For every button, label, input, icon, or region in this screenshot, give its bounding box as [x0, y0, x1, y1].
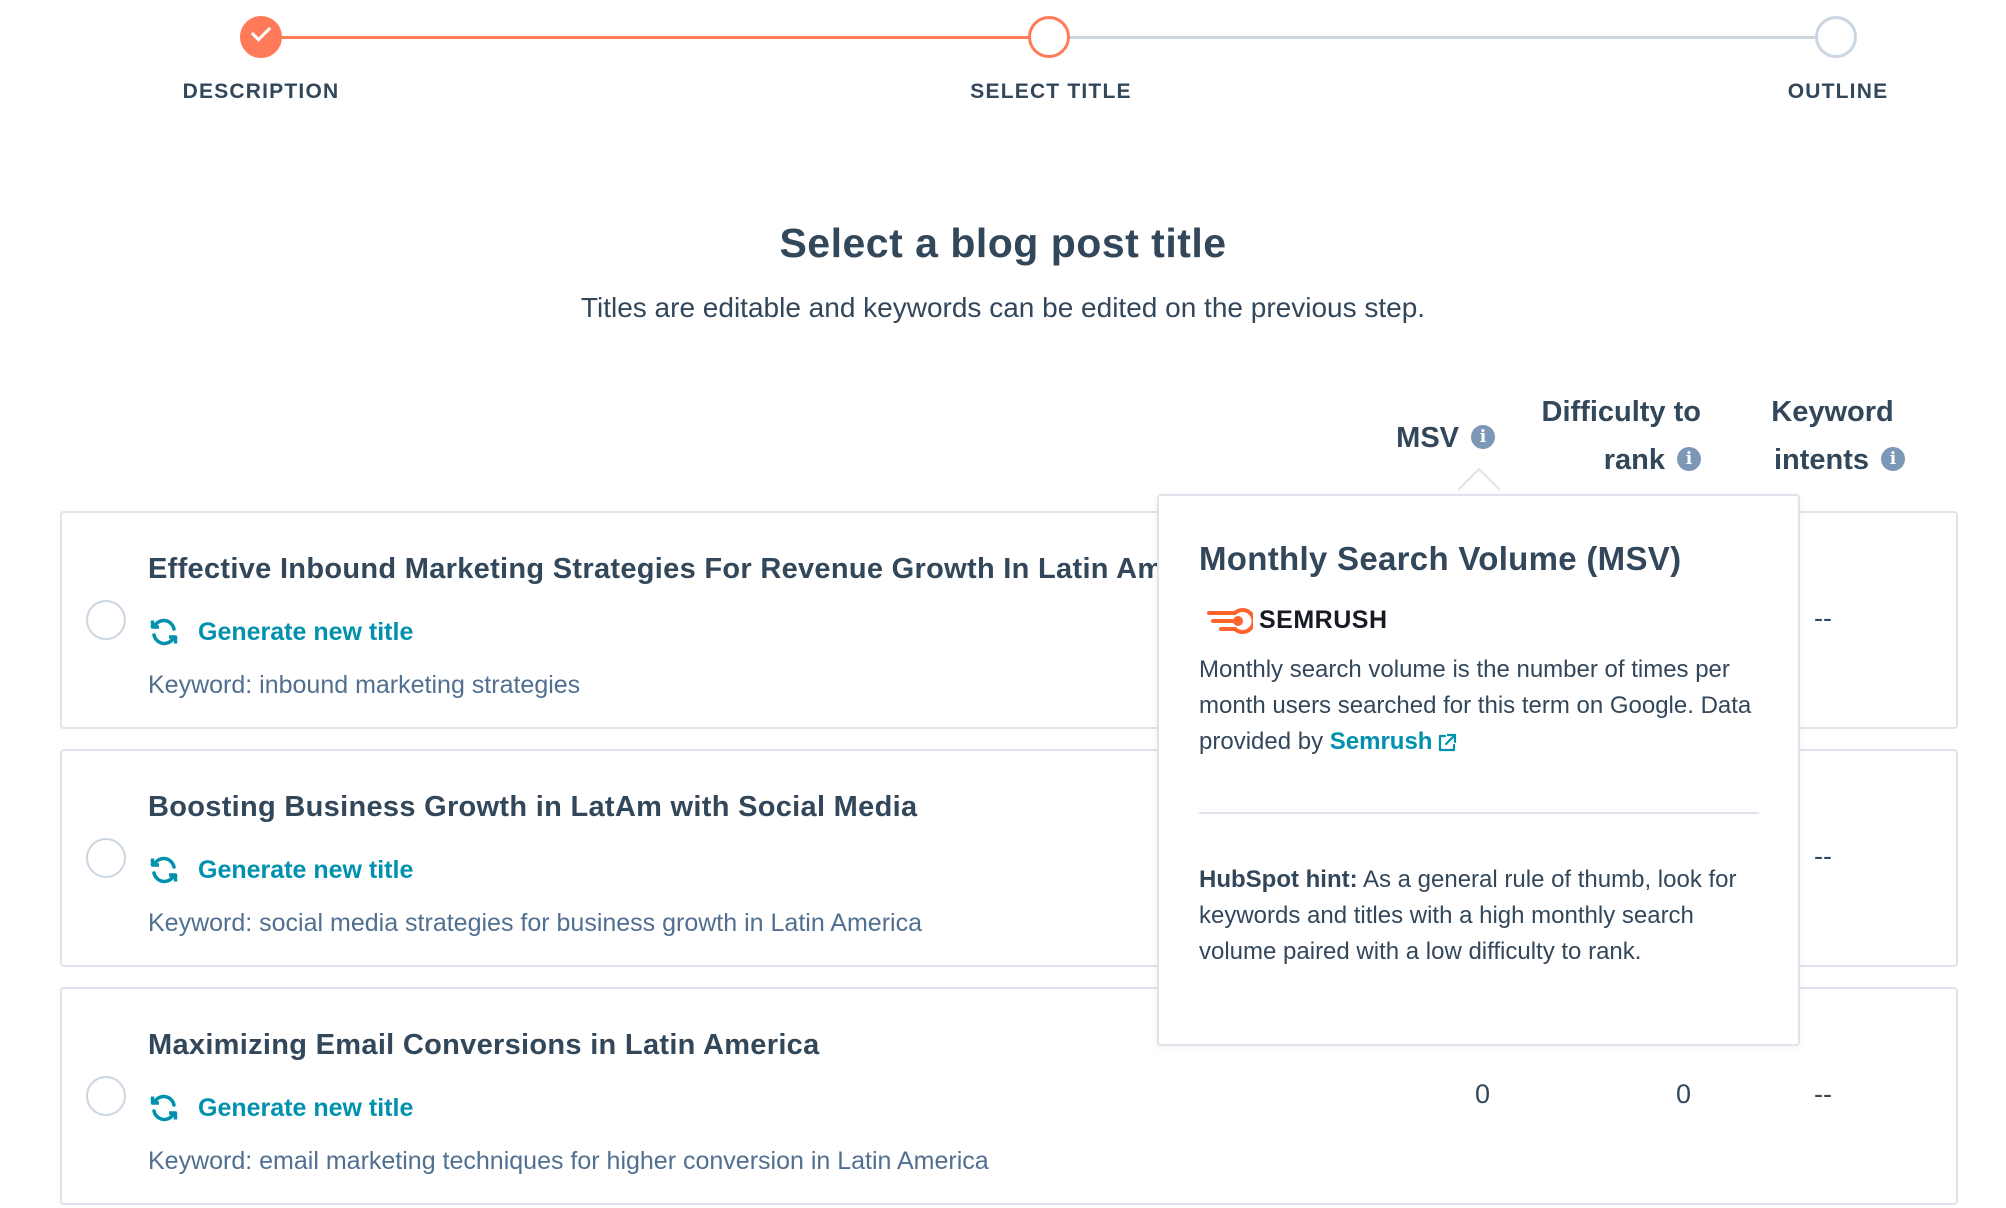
tooltip-title: Monthly Search Volume (MSV)	[1199, 540, 1682, 577]
info-icon[interactable]: i	[1677, 447, 1701, 472]
step-description-indicator[interactable]	[240, 16, 282, 58]
semrush-logo-text: SEMRUSH	[1259, 606, 1388, 634]
generate-new-title-button[interactable]: Generate new title	[148, 854, 413, 886]
page-title: Select a blog post title	[779, 220, 1227, 266]
tooltip-divider	[1199, 812, 1759, 814]
column-header-msv: MSV i	[1380, 414, 1495, 462]
title-text[interactable]: Boosting Business Growth in LatAm with S…	[148, 791, 917, 824]
refresh-icon	[150, 1094, 178, 1122]
column-header-difficulty-line2: rank	[1603, 444, 1665, 476]
external-link-icon[interactable]	[1436, 732, 1458, 754]
title-radio[interactable]	[86, 838, 126, 878]
column-header-difficulty-line1: Difficulty to	[1541, 396, 1702, 428]
info-icon[interactable]: i	[1881, 447, 1905, 472]
intents-value: --	[1814, 841, 1832, 871]
generate-new-title-label: Generate new title	[198, 1093, 414, 1122]
refresh-icon	[150, 618, 178, 646]
intents-value: --	[1814, 603, 1832, 633]
title-radio[interactable]	[86, 1076, 126, 1116]
msv-tooltip: Monthly Search Volume (MSV) SEMRUSH Mont…	[1157, 494, 1800, 1046]
page-subtitle: Titles are editable and keywords can be …	[580, 292, 1426, 323]
keyword-text: Keyword: inbound marketing strategies	[148, 671, 581, 699]
title-radio[interactable]	[86, 600, 126, 640]
column-header-msv-label: MSV	[1396, 422, 1459, 454]
check-icon	[250, 21, 272, 42]
intents-value: --	[1814, 1079, 1832, 1109]
generate-new-title-label: Generate new title	[198, 855, 414, 884]
msv-value: 0	[1475, 1079, 1491, 1109]
semrush-link[interactable]: Semrush	[1330, 728, 1433, 755]
step-outline-indicator	[1815, 16, 1857, 58]
keyword-text: Keyword: social media strategies for bus…	[148, 909, 922, 937]
refresh-icon	[150, 856, 178, 884]
title-text[interactable]: Maximizing Email Conversions in Latin Am…	[148, 1029, 820, 1062]
stepper-line-pending	[1051, 36, 1840, 39]
semrush-logo: SEMRUSH	[1207, 606, 1388, 635]
step-outline-label: OUTLINE	[1787, 80, 1889, 103]
generate-new-title-button[interactable]: Generate new title	[148, 616, 413, 648]
step-description-label[interactable]: DESCRIPTION	[111, 80, 411, 104]
title-text[interactable]: Effective Inbound Marketing Strategies F…	[148, 553, 1233, 586]
stepper-line-complete	[263, 36, 1051, 39]
semrush-logo-icon	[1207, 607, 1253, 634]
generate-new-title-button[interactable]: Generate new title	[148, 1092, 413, 1124]
column-header-intents: Keyword intents i	[1740, 388, 1905, 484]
tooltip-hint: HubSpot hint: As a general rule of thumb…	[1199, 862, 1764, 970]
tooltip-body: Monthly search volume is the number of t…	[1199, 652, 1769, 760]
column-header-difficulty: Difficulty to rank i	[1500, 388, 1701, 484]
generate-new-title-label: Generate new title	[198, 617, 414, 646]
info-icon[interactable]: i	[1471, 425, 1495, 450]
column-header-intents-line1: Keyword	[1771, 396, 1894, 428]
progress-stepper: DESCRIPTION SELECT TITLE OUTLINE	[0, 0, 2006, 120]
step-select-title-indicator[interactable]	[1028, 16, 1070, 58]
difficulty-value: 0	[1676, 1079, 1692, 1109]
keyword-text: Keyword: email marketing techniques for …	[148, 1147, 989, 1175]
column-header-intents-line2: intents	[1773, 444, 1869, 476]
tooltip-hint-label: HubSpot hint:	[1199, 866, 1358, 893]
tooltip-body-text: Monthly search volume is the number of t…	[1199, 656, 1752, 755]
step-select-title-label: SELECT TITLE	[970, 80, 1132, 103]
